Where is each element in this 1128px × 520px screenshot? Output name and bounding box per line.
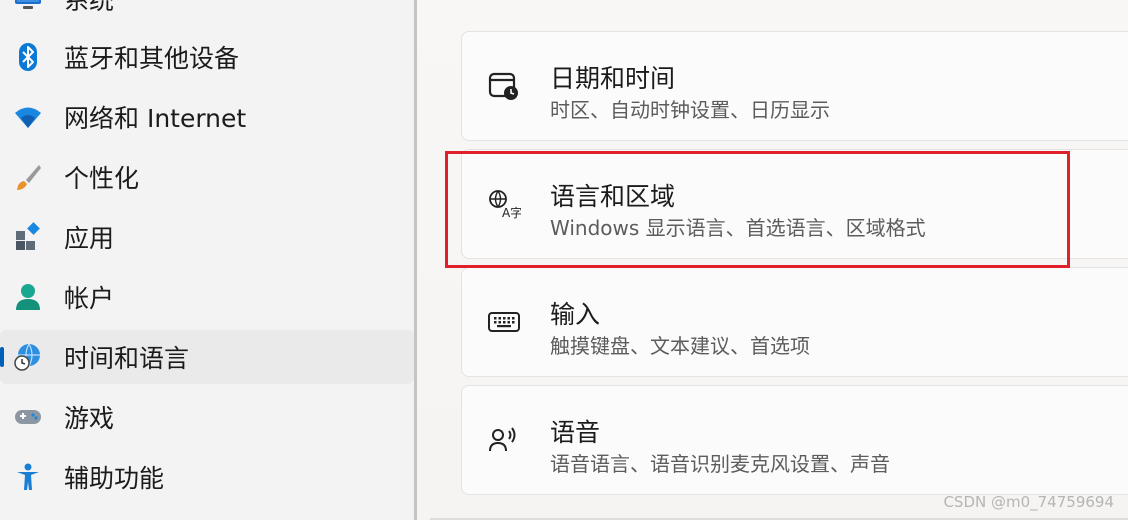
selection-indicator [0,347,4,367]
card-typing[interactable]: 输入 触摸键盘、文本建议、首选项 [461,267,1128,377]
sidebar: 系统 蓝牙和其他设备 网络和 Internet 个性化 应用 帐户 时间和语言 … [0,0,414,520]
sidebar-item-gaming[interactable]: 游戏 [0,390,414,444]
sidebar-item-network[interactable]: 网络和 Internet [0,90,414,144]
sidebar-item-label: 帐户 [64,284,115,313]
sidebar-item-personalization[interactable]: 个性化 [0,150,414,204]
card-title: 语言和区域 [550,182,676,211]
sidebar-item-time-language[interactable]: 时间和语言 [0,330,414,384]
sidebar-item-apps[interactable]: 应用 [0,210,414,264]
sidebar-item-label: 应用 [64,224,115,253]
main-content: 日期和时间 时区、自动时钟设置、日历显示 A字 语言和区域 Windows 显示… [417,0,1128,520]
card-speech[interactable]: 语音 语音语言、语音识别麦克风设置、声音 [461,385,1128,495]
sidebar-item-label: 个性化 [64,164,140,193]
account-icon [12,281,44,313]
sidebar-item-bluetooth[interactable]: 蓝牙和其他设备 [0,30,414,84]
card-subtitle: Windows 显示语言、首选语言、区域格式 [550,216,926,240]
card-title: 日期和时间 [550,64,676,93]
card-subtitle: 语音语言、语音识别麦克风设置、声音 [550,452,890,476]
sidebar-item-label: 蓝牙和其他设备 [64,44,240,73]
monitor-icon [12,0,44,15]
card-title: 输入 [550,300,601,329]
calendar-clock-icon [486,68,522,104]
sidebar-item-label: 游戏 [64,404,115,433]
svg-text:A字: A字 [502,205,521,220]
sidebar-item-label: 辅助功能 [64,464,165,493]
bluetooth-icon [12,41,44,73]
keyboard-icon [486,304,522,340]
settings-window: 系统 蓝牙和其他设备 网络和 Internet 个性化 应用 帐户 时间和语言 … [0,0,1128,520]
sidebar-item-accessibility[interactable]: 辅助功能 [0,450,414,504]
card-language-region[interactable]: A字 语言和区域 Windows 显示语言、首选语言、区域格式 [461,149,1128,259]
card-title: 语音 [550,418,601,447]
apps-icon [12,221,44,253]
globe-clock-icon [12,341,44,373]
card-subtitle: 触摸键盘、文本建议、首选项 [550,334,810,358]
accessibility-icon [12,461,44,493]
sidebar-item-label: 系统 [64,0,115,15]
language-icon: A字 [486,186,522,222]
sidebar-item-system[interactable]: 系统 [0,0,414,26]
sidebar-item-label: 网络和 Internet [64,104,247,133]
watermark: CSDN @m0_74759694 [943,493,1114,511]
sidebar-item-label: 时间和语言 [64,344,190,373]
wifi-icon [12,101,44,133]
card-subtitle: 时区、自动时钟设置、日历显示 [550,98,830,122]
gamepad-icon [12,401,44,433]
speech-icon [486,422,522,458]
brush-icon [12,161,44,193]
sidebar-item-accounts[interactable]: 帐户 [0,270,414,324]
card-date-time[interactable]: 日期和时间 时区、自动时钟设置、日历显示 [461,31,1128,141]
